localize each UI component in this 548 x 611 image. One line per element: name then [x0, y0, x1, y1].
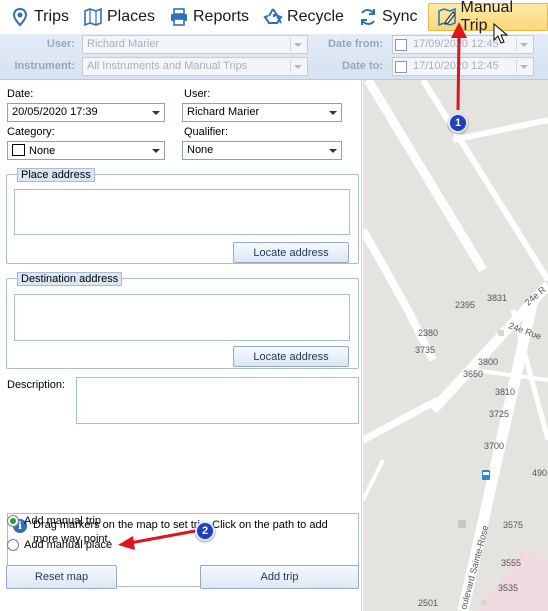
map-canvas: 3831 24e R 2395 2380 3735 24e Rue 3800 3…: [363, 80, 548, 611]
map-label-3575: 3575: [503, 520, 523, 530]
description-input[interactable]: [76, 377, 359, 424]
qualifier-label: Qualifier:: [184, 126, 229, 138]
filter-date-to-picker[interactable]: 17/10/2020 12:45: [392, 57, 534, 76]
trips-icon: [10, 7, 30, 27]
filter-user-label: User:: [46, 38, 75, 50]
date-picker[interactable]: 20/05/2020 17:39: [7, 103, 165, 122]
chevron-down-icon: [325, 105, 340, 120]
reset-map-button[interactable]: Reset map: [6, 565, 117, 589]
printer-icon: [169, 7, 189, 27]
filter-bar: User: Richard Marier Instrument: All Ins…: [0, 34, 548, 80]
map-label-3831: 3831: [487, 293, 507, 303]
map-label-2501: 2501: [418, 598, 438, 608]
chevron-down-icon: [290, 38, 305, 51]
chevron-down-icon: [290, 60, 305, 73]
sync-label: Sync: [381, 8, 418, 25]
chevron-down-icon: [516, 38, 531, 51]
filter-date-from-value: 17/09/2020 12:45: [413, 38, 499, 50]
main-toolbar: Trips Places Reports Recycle Sync Manual…: [0, 0, 548, 34]
filter-date-from-label: Date from:: [327, 38, 383, 50]
bus-stop-icon: [482, 470, 490, 480]
user-label: User:: [184, 88, 211, 100]
chevron-down-icon: [148, 143, 163, 158]
map-label-3535: 3535: [498, 583, 518, 593]
map-label-3810: 3810: [495, 387, 515, 397]
sync-icon: [358, 7, 378, 27]
places-map-icon: [83, 7, 103, 27]
qualifier-value: None: [187, 144, 214, 156]
qualifier-select[interactable]: None: [182, 141, 342, 160]
destination-address-input[interactable]: [14, 294, 350, 341]
filter-instrument-label: Instrument:: [14, 60, 76, 72]
date-to-checkbox[interactable]: [395, 61, 407, 73]
add-manual-trip-label[interactable]: Add manual trip: [24, 515, 101, 527]
filter-date-to-label: Date to:: [342, 60, 383, 72]
place-address-input[interactable]: [14, 189, 350, 235]
map-label-490: 490: [532, 468, 547, 478]
manual-trip-icon: [437, 7, 457, 27]
category-select[interactable]: None: [7, 141, 165, 160]
callout-badge-1: 1: [448, 113, 468, 133]
places-button[interactable]: Places: [73, 2, 159, 32]
filter-user-value: Richard Marier: [87, 38, 160, 50]
manual-trip-button[interactable]: Manual Trip: [427, 0, 548, 34]
category-label: Category:: [7, 126, 55, 138]
map-label-2395: 2395: [455, 300, 475, 310]
map-label-3735: 3735: [415, 345, 435, 355]
recycle-button[interactable]: Recycle: [253, 2, 348, 32]
filter-instrument-value: All Instruments and Manual Trips: [87, 60, 248, 72]
filter-user-select[interactable]: Richard Marier: [82, 35, 308, 54]
destination-address-group: Destination address Locate address: [6, 272, 359, 369]
user-select[interactable]: Richard Marier: [182, 103, 342, 122]
map-label-3725: 3725: [489, 409, 509, 419]
filter-date-from-picker[interactable]: 17/09/2020 12:45: [392, 35, 534, 54]
place-address-title: Place address: [17, 168, 95, 182]
manual-trip-label: Manual Trip: [460, 0, 513, 34]
map-label-3650: 3650: [463, 369, 483, 379]
date-value: 20/05/2020 17:39: [12, 106, 98, 118]
map-view[interactable]: 3831 24e R 2395 2380 3735 24e Rue 3800 3…: [363, 80, 548, 611]
category-value: None: [29, 145, 56, 157]
reports-label: Reports: [193, 8, 250, 25]
user-value: Richard Marier: [187, 106, 260, 118]
description-label: Description:: [7, 379, 66, 391]
places-label: Places: [106, 8, 155, 25]
category-color-swatch: [12, 144, 25, 156]
map-label-3555: 3555: [501, 558, 521, 568]
add-manual-trip-radio[interactable]: [7, 515, 19, 527]
map-label-3800: 3800: [478, 357, 498, 367]
add-manual-place-label[interactable]: Add manual place: [24, 539, 112, 551]
trips-button[interactable]: Trips: [0, 2, 73, 32]
recycle-icon: [263, 7, 283, 27]
callout-badge-2: 2: [195, 521, 215, 541]
chevron-down-icon: [325, 143, 340, 158]
map-label-3700: 3700: [484, 441, 504, 451]
manual-trip-panel: Date: 20/05/2020 17:39 User: Richard Mar…: [0, 80, 362, 611]
sync-button[interactable]: Sync: [348, 2, 422, 32]
add-trip-button[interactable]: Add trip: [200, 565, 359, 589]
filter-date-to-value: 17/10/2020 12:45: [413, 60, 499, 72]
date-label: Date:: [7, 88, 34, 100]
recycle-label: Recycle: [287, 8, 344, 25]
date-from-checkbox[interactable]: [395, 39, 407, 51]
chevron-down-icon: [148, 105, 163, 120]
filter-instrument-select[interactable]: All Instruments and Manual Trips: [82, 57, 308, 76]
chevron-down-icon: [516, 60, 531, 73]
trips-label: Trips: [34, 8, 69, 25]
reports-button[interactable]: Reports: [159, 2, 253, 32]
destination-address-title: Destination address: [17, 272, 123, 286]
place-address-group: Place address Locate address: [6, 168, 359, 264]
destination-locate-address-button[interactable]: Locate address: [233, 346, 349, 367]
add-manual-place-radio[interactable]: [7, 539, 19, 551]
place-locate-address-button[interactable]: Locate address: [233, 242, 349, 263]
map-label-2380: 2380: [418, 328, 438, 338]
